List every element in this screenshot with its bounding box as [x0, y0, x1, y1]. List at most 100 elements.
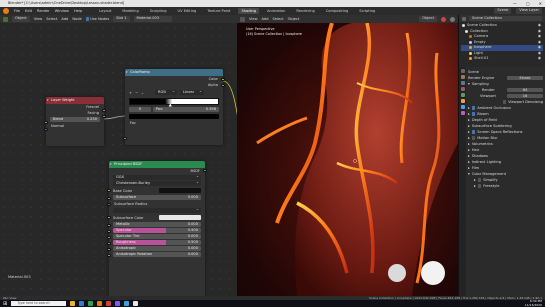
render-samples-field[interactable]: 64 [507, 87, 543, 93]
checkbox-icon[interactable] [471, 130, 476, 134]
maximize-button[interactable]: ▢ [526, 0, 530, 7]
material-slot-dropdown[interactable]: Slot 1 [113, 16, 130, 22]
bsdf-input-row[interactable]: Base Color [107, 187, 205, 194]
render-engine-dropdown[interactable]: Eevee [507, 75, 543, 81]
color-swatch[interactable] [159, 188, 201, 193]
input-socket[interactable] [107, 241, 111, 245]
principled-bsdf-node[interactable]: Principled BSDF BSDF GGX Christensen-Bur… [107, 161, 207, 296]
node-menu-view[interactable]: View [34, 17, 43, 21]
output-tab-icon[interactable] [460, 81, 465, 85]
workspace-tab-sculpting[interactable]: Sculpting [147, 8, 170, 14]
scene-tab-icon[interactable] [460, 87, 465, 91]
scene-selector[interactable]: Scene [494, 8, 512, 14]
checkbox-icon[interactable] [471, 106, 476, 110]
input-socket[interactable] [107, 253, 111, 257]
stop-color-swatch[interactable] [129, 114, 219, 119]
menu-edit[interactable]: Edit [25, 9, 32, 13]
workspace-tab-uv-editing[interactable]: UV Editing [175, 8, 200, 14]
object-tab-icon[interactable] [460, 99, 465, 103]
world-tab-icon[interactable] [460, 93, 465, 97]
viewport-samples-field[interactable]: 16 [507, 93, 543, 99]
interpolation-dropdown[interactable]: Linear [180, 89, 205, 95]
normal-socket[interactable] [44, 128, 48, 132]
outliner-search-input[interactable]: Scene Collection [469, 15, 542, 22]
color-mode-dropdown[interactable]: RGB [155, 89, 178, 95]
taskbar-app-icon[interactable] [97, 301, 103, 306]
menu-help[interactable]: Help [74, 9, 82, 13]
close-button[interactable]: ✕ [539, 0, 542, 7]
workspace-tab-animation[interactable]: Animation [264, 8, 288, 14]
slider-field[interactable]: Anisotropic Rotation 0.000 [113, 252, 201, 257]
material-name-field[interactable]: Material.003 [133, 16, 172, 22]
input-socket[interactable] [107, 215, 111, 219]
menu-file[interactable]: File [14, 9, 20, 13]
input-socket[interactable] [107, 223, 111, 227]
taskbar-app-icon[interactable] [133, 301, 139, 306]
input-socket[interactable] [107, 188, 111, 192]
subsurface-method-dropdown[interactable]: Christensen-Burley [113, 180, 201, 186]
slider-field[interactable]: Anisotropic 0.000 [113, 246, 201, 251]
bsdf-input-row[interactable]: Anisotropic 0.000 [107, 246, 205, 251]
3d-viewport[interactable]: User Perspective (16) Scene Collection |… [237, 23, 458, 296]
input-socket[interactable] [107, 235, 111, 239]
checkbox-icon[interactable] [477, 184, 482, 188]
node-editor-canvas[interactable]: Layer Weight Fresnel Facing Blend 0.230 … [0, 23, 237, 296]
render-panel-header[interactable]: ▸ Freestyle [468, 183, 543, 189]
viewport-editor-icon[interactable] [240, 16, 245, 22]
checkbox-icon[interactable] [471, 136, 476, 140]
shading-mode-dropdown[interactable]: Object [419, 16, 437, 22]
taskbar-app-icon[interactable] [79, 301, 85, 306]
visibility-eye-icon[interactable]: ◉ [538, 56, 541, 62]
input-socket[interactable] [107, 247, 111, 251]
blender-logo-icon[interactable] [3, 8, 9, 14]
windows-start-icon[interactable]: ⊞ [3, 301, 7, 307]
bsdf-input-row[interactable]: Subsurface 0.000 [107, 195, 205, 200]
taskbar-app-icon[interactable] [70, 301, 76, 306]
bsdf-input-row[interactable]: Anisotropic Rotation 0.000 [107, 252, 205, 257]
checkbox-icon[interactable] [471, 112, 476, 116]
viewport-menu-view[interactable]: View [249, 17, 258, 21]
slider-field[interactable]: Specular 0.500 [113, 228, 201, 233]
bsdf-input-row[interactable]: Subsurface Color [107, 214, 205, 221]
tool-tab-icon[interactable] [460, 69, 465, 73]
viewport-menu-add[interactable]: Add [262, 17, 269, 21]
fac-in-socket[interactable] [123, 137, 127, 141]
workspace-tab-compositing[interactable]: Compositing [323, 8, 352, 14]
slider-field[interactable]: Metallic 0.000 [113, 222, 201, 227]
color-ramp-gradient[interactable]: ▲ [129, 98, 219, 107]
ramp-menu-icon[interactable]: ⌄ [141, 91, 144, 95]
remove-stop-icon[interactable]: − [135, 91, 138, 95]
outliner-editor-icon[interactable] [462, 16, 466, 21]
workspace-tab-layout[interactable]: Layout [96, 8, 114, 14]
slider-field[interactable]: Roughness 0.500 [113, 240, 201, 245]
rendered-shading-icon[interactable] [441, 16, 446, 22]
color-swatch[interactable] [159, 215, 201, 220]
taskbar-app-icon[interactable] [106, 301, 112, 306]
color-stop-marker-icon[interactable]: ▲ [169, 102, 172, 107]
bsdf-input-row[interactable]: Specular Tint 0.000 [107, 234, 205, 239]
stop-index-field[interactable]: 0 [129, 107, 151, 112]
blend-field[interactable]: Blend 0.230 [50, 117, 100, 122]
distribution-dropdown[interactable]: GGX [113, 174, 201, 180]
render-tab-icon[interactable] [460, 75, 465, 79]
outliner-item[interactable]: Shell.01 ◉ [461, 56, 543, 62]
material-tab-icon[interactable] [460, 111, 465, 115]
taskbar-clock[interactable]: 6:30 PM 11/13/2020 [525, 300, 545, 307]
workspace-tab-texture-paint[interactable]: Texture Paint [204, 8, 233, 14]
bsdf-input-row[interactable]: Roughness 0.500 [107, 240, 205, 245]
bsdf-input-row[interactable]: Subsurface Radius [107, 201, 205, 213]
minimize-button[interactable]: — [513, 0, 517, 7]
subsurface-radius-field[interactable] [113, 207, 201, 213]
editor-type-icon[interactable] [3, 16, 8, 22]
taskbar-search-input[interactable]: Type here to search [11, 300, 67, 307]
input-socket[interactable] [107, 229, 111, 233]
workspace-tab-modeling[interactable]: Modeling [119, 8, 141, 14]
node-menu-select[interactable]: Select [46, 17, 57, 21]
workspace-tab-rendering[interactable]: Rendering [293, 8, 317, 14]
input-socket[interactable] [107, 196, 111, 200]
stop-position-field[interactable]: Pos: 0.398 [153, 107, 219, 112]
modifier-tab-icon[interactable] [460, 105, 465, 109]
checkbox-icon[interactable] [477, 178, 482, 182]
slider-field[interactable]: Subsurface 0.000 [113, 195, 201, 200]
solid-shading-icon[interactable] [450, 16, 455, 22]
